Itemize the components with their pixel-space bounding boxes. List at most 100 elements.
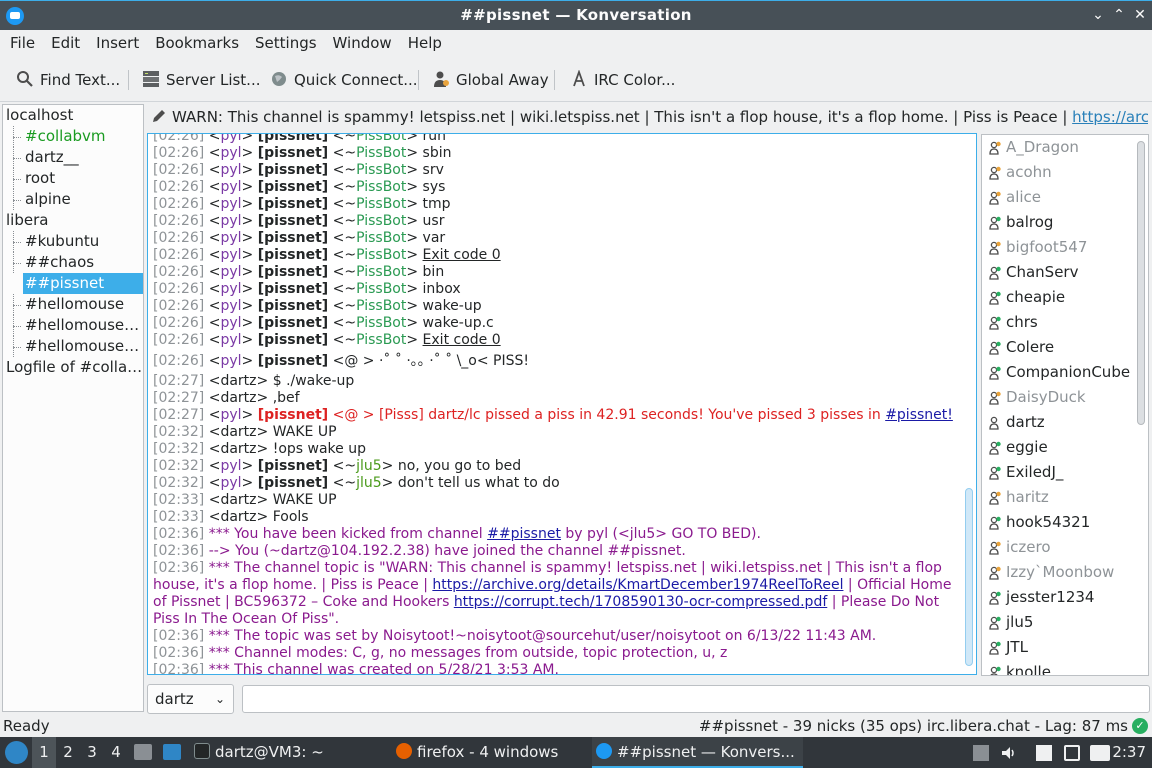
nick-item[interactable]: bigfoot547	[982, 235, 1148, 260]
tree-query-root[interactable]: root	[3, 168, 143, 189]
task-terminal[interactable]: dartz@VM3: ~	[194, 737, 324, 768]
nick-item[interactable]: CompanionCube	[982, 360, 1148, 385]
topic-link[interactable]: https://archive.org/det...	[1072, 108, 1148, 126]
bot-nick[interactable]: PissBot	[356, 281, 406, 297]
nick-item[interactable]: DaisyDuck	[982, 385, 1148, 410]
show-desktop-icon[interactable]	[163, 744, 181, 760]
sender-nick[interactable]: pyl	[220, 458, 241, 474]
nick-item[interactable]: jesster1234	[982, 585, 1148, 610]
tree-channel-hellomouse[interactable]: #hellomouse	[3, 294, 143, 315]
file-manager-icon[interactable]	[134, 744, 152, 760]
sender-nick[interactable]: pyl	[220, 134, 241, 144]
nick-item[interactable]: haritz	[982, 485, 1148, 510]
bot-nick[interactable]: PissBot	[356, 134, 406, 144]
desktop-2[interactable]: 2	[56, 737, 80, 768]
tree-query-alpine[interactable]: alpine	[3, 189, 143, 210]
tree-logfile-collabvm[interactable]: Logfile of #collab...	[3, 357, 143, 378]
menu-insert[interactable]: Insert	[88, 30, 147, 56]
server-list-button[interactable]: Server List...	[142, 66, 260, 94]
nick-item[interactable]: JTL	[982, 635, 1148, 660]
nick-item[interactable]: A_Dragon	[982, 135, 1148, 160]
sender-nick[interactable]: pyl	[220, 353, 241, 369]
menu-help[interactable]: Help	[400, 30, 450, 56]
minimize-icon[interactable]: ⌄	[1088, 5, 1108, 25]
nick-item[interactable]: dartz	[982, 410, 1148, 435]
channel-topic[interactable]: WARN: This channel is spammy! letspiss.n…	[148, 104, 1148, 130]
nick-list-scrollbar-thumb[interactable]	[1137, 141, 1145, 425]
nick-item[interactable]: alice	[982, 185, 1148, 210]
sender-nick[interactable]: pyl	[220, 230, 241, 246]
relayed-nick[interactable]: jlu5	[356, 458, 382, 474]
maximize-icon[interactable]: ⌃	[1109, 5, 1129, 25]
close-icon[interactable]: ✕	[1130, 5, 1150, 25]
message-link[interactable]: ##pissnet	[487, 526, 561, 542]
menu-window[interactable]: Window	[325, 30, 400, 56]
message-link[interactable]: https://archive.org/details/KmartDecembe…	[432, 577, 843, 593]
nick-item[interactable]: Izzy`Moonbow	[982, 560, 1148, 585]
sender-nick[interactable]: pyl	[220, 145, 241, 161]
sender-nick[interactable]: pyl	[220, 196, 241, 212]
bot-nick[interactable]: PissBot	[356, 213, 406, 229]
sender-nick[interactable]: pyl	[220, 315, 241, 331]
channel-link[interactable]: #pissnet!	[885, 407, 953, 423]
tree-server-libera[interactable]: libera	[3, 210, 143, 231]
bot-nick[interactable]: PissBot	[356, 247, 406, 263]
sender-nick[interactable]: pyl	[220, 247, 241, 263]
nick-item[interactable]: cheapie	[982, 285, 1148, 310]
sender-nick[interactable]: pyl	[220, 298, 241, 314]
network-icon[interactable]	[1064, 745, 1080, 761]
task-konversation[interactable]: ##pissnet — Konvers...	[592, 737, 803, 768]
sender-nick[interactable]: pyl	[220, 179, 241, 195]
sender-nick[interactable]: pyl	[220, 332, 241, 348]
tree-channel-hellomouse-3[interactable]: #hellomouse-...	[3, 336, 143, 357]
nick-item[interactable]: ExiledJ_	[982, 460, 1148, 485]
clipboard-icon[interactable]	[973, 745, 989, 761]
bot-nick[interactable]: PissBot	[356, 145, 406, 161]
notifications-icon[interactable]	[1090, 745, 1110, 761]
task-firefox[interactable]: firefox - 4 windows	[396, 737, 558, 768]
chat-view[interactable]: [02:26] <pyl> [pissnet] <~PissBot> run [0…	[147, 133, 977, 675]
bot-nick[interactable]: PissBot	[356, 264, 406, 280]
menu-file[interactable]: File	[0, 30, 43, 56]
tree-channel-hellomouse-2[interactable]: #hellomouse-...	[3, 315, 143, 336]
sender-nick[interactable]: pyl	[220, 281, 241, 297]
start-menu-icon[interactable]	[5, 741, 28, 764]
desktop-1[interactable]: 1	[32, 737, 56, 768]
find-text-button[interactable]: Find Text...	[16, 66, 120, 94]
nick-item[interactable]: balrog	[982, 210, 1148, 235]
nick-item[interactable]: Colere	[982, 335, 1148, 360]
sender-nick[interactable]: pyl	[220, 264, 241, 280]
sender-nick[interactable]: pyl	[220, 162, 241, 178]
sender-nick[interactable]: pyl	[220, 407, 241, 423]
nick-list-scrollbar[interactable]	[1137, 139, 1145, 671]
sender-nick[interactable]: pyl	[220, 475, 241, 491]
tree-channel-collabvm[interactable]: #collabvm	[3, 126, 143, 147]
notes-icon[interactable]	[1036, 745, 1052, 761]
desktop-4[interactable]: 4	[104, 737, 128, 768]
nick-item[interactable]: iczero	[982, 535, 1148, 560]
clock[interactable]: 2:37	[1112, 737, 1146, 768]
relayed-nick[interactable]: jlu5	[356, 475, 382, 491]
bot-nick[interactable]: PissBot	[356, 332, 406, 348]
bot-nick[interactable]: PissBot	[356, 230, 406, 246]
menu-bookmarks[interactable]: Bookmarks	[147, 30, 247, 56]
nick-item[interactable]: knolle	[982, 660, 1148, 675]
bot-nick[interactable]: PissBot	[356, 298, 406, 314]
desktop-3[interactable]: 3	[80, 737, 104, 768]
nick-item[interactable]: acohn	[982, 160, 1148, 185]
tree-query-dartz[interactable]: dartz__	[3, 147, 143, 168]
nick-item[interactable]: chrs	[982, 310, 1148, 335]
sender-nick[interactable]: pyl	[220, 213, 241, 229]
chat-scrollbar-thumb[interactable]	[965, 488, 973, 666]
bot-nick[interactable]: PissBot	[356, 196, 406, 212]
menu-edit[interactable]: Edit	[43, 30, 88, 56]
nick-item[interactable]: ChanServ	[982, 260, 1148, 285]
message-link[interactable]: https://corrupt.tech/1708590130-ocr-comp…	[454, 594, 827, 610]
tree-channel-pissnet[interactable]: ##pissnet	[23, 273, 143, 294]
tree-channel-kubuntu[interactable]: #kubuntu	[3, 231, 143, 252]
volume-icon[interactable]	[1001, 745, 1017, 761]
nick-item[interactable]: eggie	[982, 435, 1148, 460]
global-away-button[interactable]: Global Away	[432, 66, 549, 94]
bot-nick[interactable]: PissBot	[356, 179, 406, 195]
edit-topic-icon[interactable]	[152, 109, 166, 123]
